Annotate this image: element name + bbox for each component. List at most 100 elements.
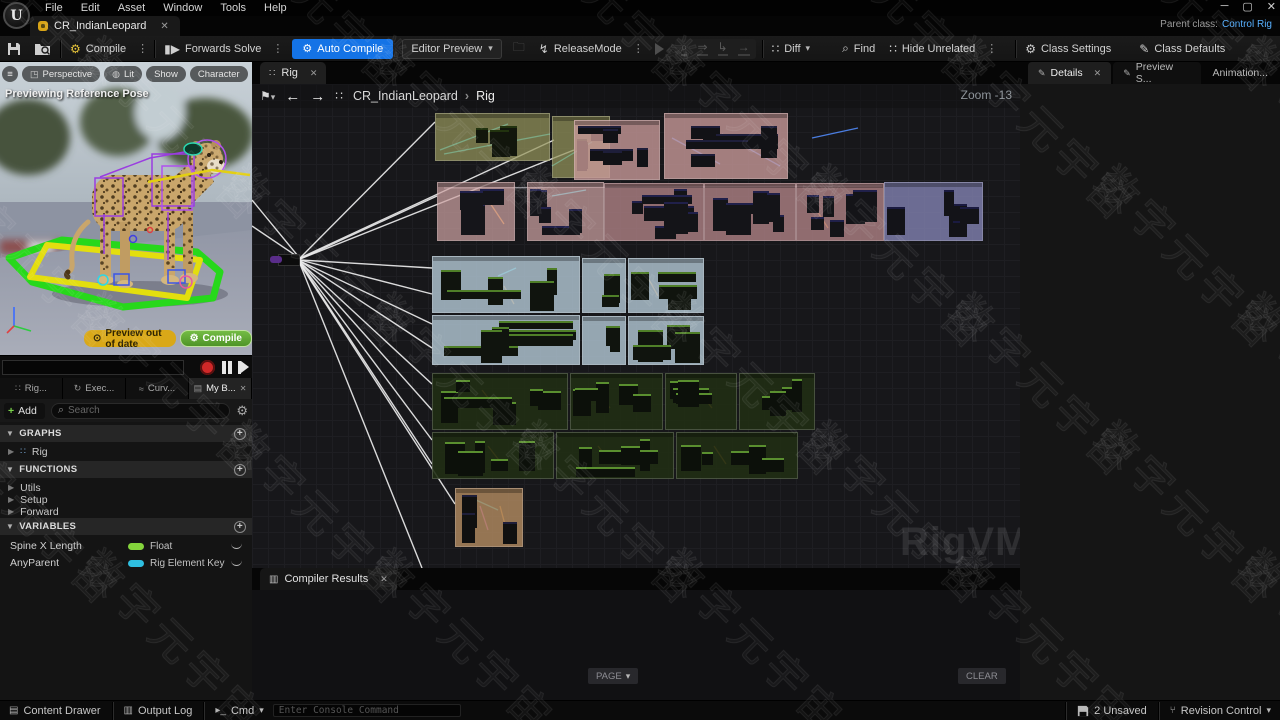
tab-rig-hierarchy[interactable]: ∷Rig... [0,378,63,399]
find-instruction-icon[interactable]: ⌕ [681,41,688,56]
graph-node[interactable] [767,193,780,222]
parent-class-value[interactable]: Control Rig [1222,19,1272,30]
node-graph-canvas[interactable]: ⚑▾ ← → ∷ CR_IndianLeopard › Rig Zoom -13… [252,84,1020,568]
save-button[interactable] [0,36,28,61]
menu-file[interactable]: File [36,1,72,15]
graph-node[interactable] [659,285,697,299]
editor-preview-dropdown[interactable]: Editor Preview▾ [402,39,501,59]
tab-close-icon[interactable]: ✕ [160,21,168,32]
node-comment-box[interactable] [556,432,674,479]
character-dropdown[interactable]: Character [190,66,248,82]
node-comment-box[interactable] [574,120,660,180]
node-comment-box[interactable] [628,316,704,365]
graph-node[interactable] [576,467,635,477]
diff-dropdown[interactable]: ∷Diff▾ [765,36,817,61]
graph-node[interactable] [466,191,483,208]
forward-arrow-icon[interactable]: → [310,88,325,105]
console-command-input[interactable] [273,704,461,717]
class-defaults-button[interactable]: ✎Class Defaults [1132,36,1232,61]
tab-my-blueprint[interactable]: ▤My B...✕ [189,378,252,399]
back-arrow-icon[interactable]: ← [285,88,300,105]
release-mode-options-icon[interactable]: ⋮ [629,42,648,55]
graph-node[interactable] [853,190,877,222]
graph-node[interactable] [503,522,517,544]
function-item-forward[interactable]: ▶Forward [0,504,252,519]
node-comment-box[interactable] [435,113,550,161]
graph-node[interactable] [462,513,475,543]
graph-node[interactable] [447,290,521,299]
graph-node[interactable] [637,148,648,167]
clear-button[interactable]: CLEAR [958,668,1006,684]
graph-node[interactable] [633,345,671,360]
node-comment-box[interactable] [665,373,737,430]
compile-button[interactable]: ⚙Compile [63,36,133,61]
node-comment-box[interactable] [676,432,798,479]
graph-node[interactable] [681,445,701,471]
menu-asset[interactable]: Asset [109,1,155,15]
solve-options-icon[interactable]: ⋮ [268,42,287,55]
lit-dropdown[interactable]: ◍Lit [104,66,142,82]
node-comment-box[interactable] [884,182,983,241]
graph-node[interactable] [530,189,541,215]
graph-node[interactable] [499,334,573,346]
visibility-eye-icon[interactable] [231,543,242,549]
breadcrumb-leaf[interactable]: Rig [476,89,495,103]
node-comment-box[interactable] [628,258,704,313]
browse-asset-button[interactable] [28,36,58,61]
forwards-solve-button[interactable]: ▮▶Forwards Solve [157,36,268,61]
step-forward-icon[interactable] [241,361,249,373]
perspective-dropdown[interactable]: ◳Perspective [22,66,100,82]
variable-row-spine-x-length[interactable]: Spine X Length Float [0,538,252,554]
graph-node[interactable] [621,446,640,465]
node-comment-box[interactable] [432,256,580,313]
node-comment-box[interactable] [739,373,815,430]
graph-node[interactable] [458,451,483,476]
step-out-icon[interactable]: → [738,41,750,56]
tab-close-icon[interactable]: ✕ [310,68,318,79]
revision-control-dropdown[interactable]: ⑂Revision Control▾ [1161,705,1280,717]
show-dropdown[interactable]: Show [146,66,186,82]
import-icon[interactable]: 🗀 [506,36,532,61]
graph-node[interactable] [887,207,905,235]
graph-node[interactable] [530,389,543,406]
graph-node[interactable] [456,380,470,392]
graph-node[interactable] [480,189,504,205]
node-comment-box[interactable] [582,316,626,365]
timeline-slider[interactable] [2,360,184,375]
viewport-menu-button[interactable]: ≡ [2,66,18,82]
record-button[interactable] [200,360,215,375]
search-input[interactable] [68,405,223,416]
close-icon[interactable]: ✕ [1267,0,1276,13]
graph-node[interactable] [631,272,649,300]
hide-unrelated-button[interactable]: ∷Hide Unrelated [882,36,982,61]
add-variable-icon[interactable]: + [234,521,246,533]
graph-node[interactable] [726,203,751,235]
graph-node[interactable] [686,140,748,149]
unsaved-button[interactable]: 2 Unsaved [1068,705,1156,717]
pause-icon[interactable] [222,361,226,374]
graph-node[interactable] [658,272,696,282]
graph-node[interactable] [830,220,844,237]
graph-node[interactable] [731,451,751,465]
graph-node[interactable] [519,441,535,471]
node-comment-box[interactable] [664,113,788,179]
page-dropdown[interactable]: PAGE▾ [588,668,638,684]
graph-node[interactable] [530,281,554,311]
graph-node[interactable] [569,209,582,233]
graph-node[interactable] [664,202,688,234]
node-comment-box[interactable] [432,373,568,430]
add-function-icon[interactable]: + [234,464,246,476]
add-graph-icon[interactable]: + [234,428,246,440]
graph-node[interactable] [633,394,651,412]
graph-node[interactable] [499,321,573,329]
tab-compiler-results[interactable]: ▥ Compiler Results ✕ [260,568,397,590]
tab-details[interactable]: ✎ Details ✕ [1028,62,1111,84]
graph-node[interactable] [702,452,713,465]
graph-node[interactable] [602,295,619,307]
graph-node[interactable] [481,330,502,363]
tab-animation[interactable]: Animation... [1203,62,1278,84]
graph-node[interactable] [490,130,509,144]
node-comment-box[interactable] [432,315,580,365]
node-comment-box[interactable] [432,432,554,479]
variables-section-header[interactable]: ▼ VARIABLES + [0,518,252,535]
